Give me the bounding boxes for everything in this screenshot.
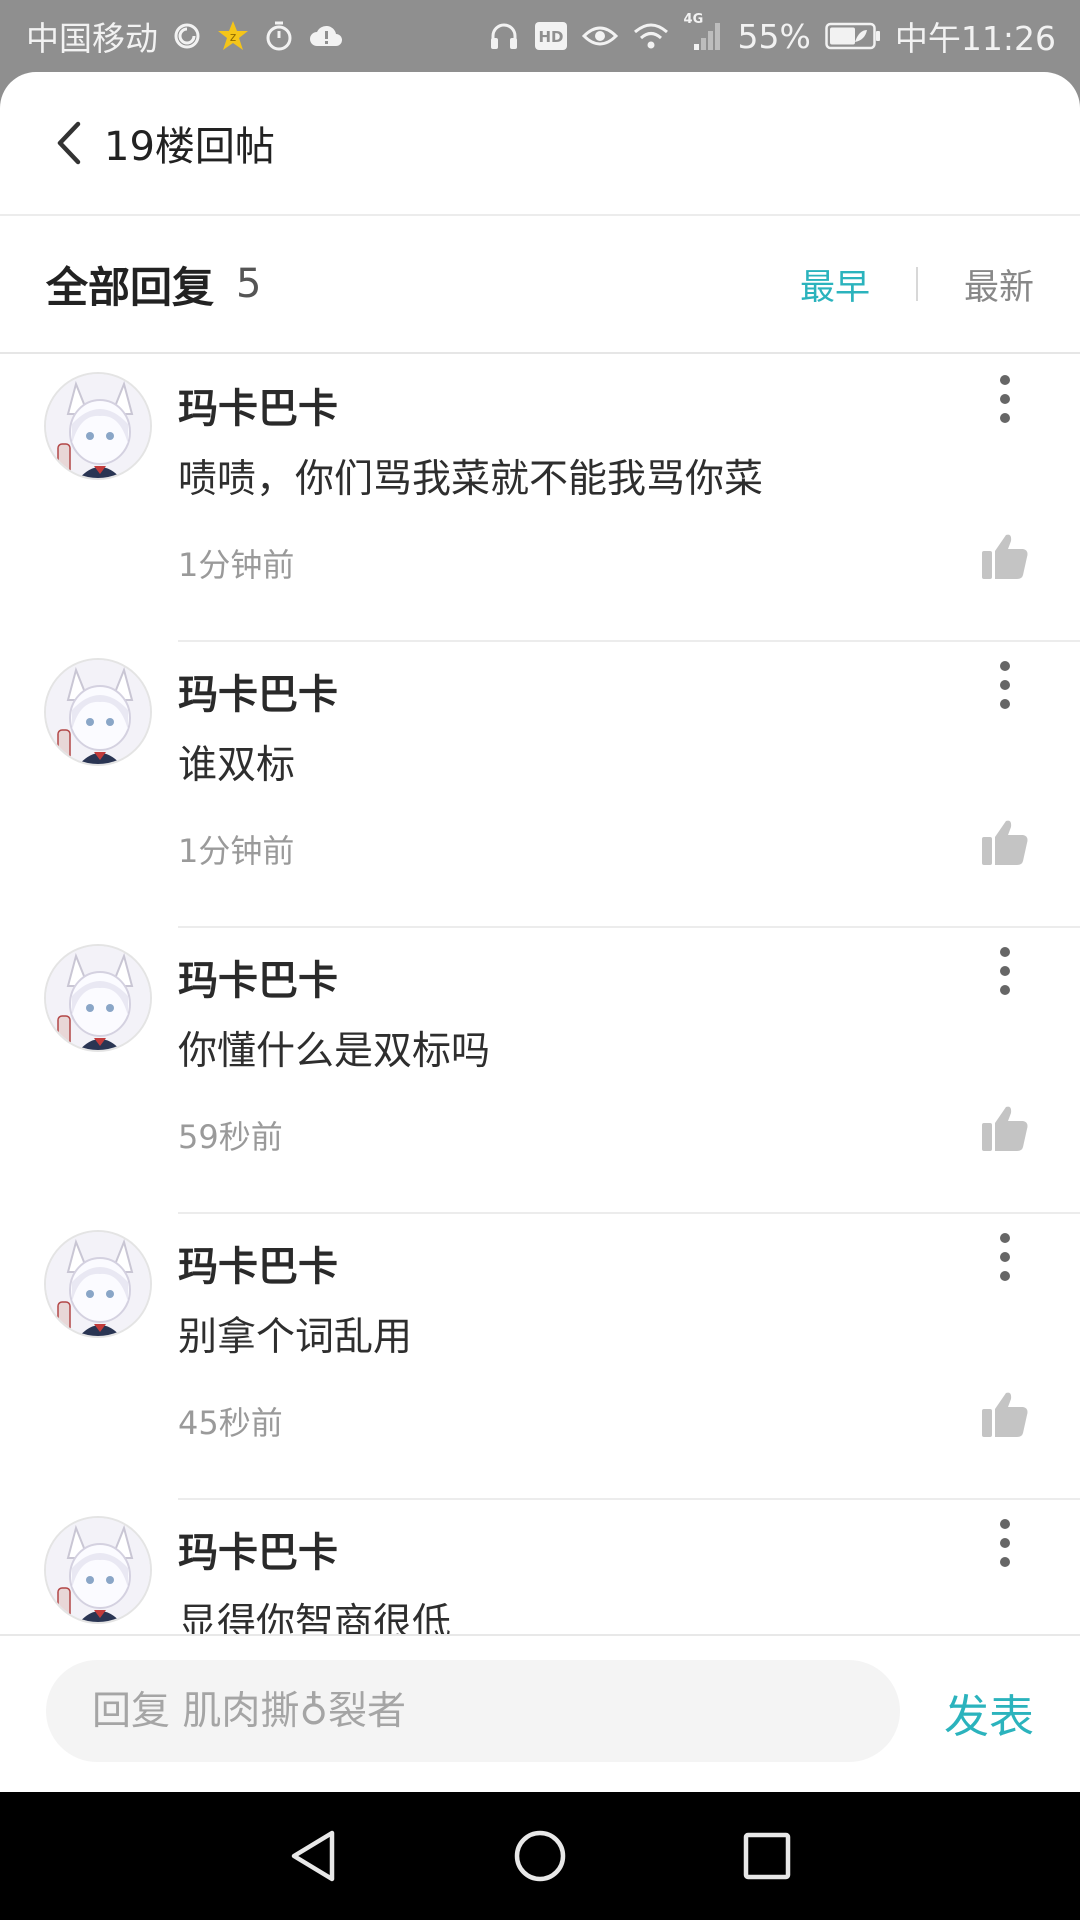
sort-earliest-tab[interactable]: 最早: [800, 259, 870, 310]
cloud-alert-icon: [308, 22, 344, 50]
nav-header: 19楼回帖: [0, 72, 1080, 216]
replies-header: 全部回复 5 最早 最新: [0, 216, 1080, 354]
back-nav-button[interactable]: [273, 1816, 353, 1896]
back-button[interactable]: 19楼回帖: [54, 114, 275, 172]
send-button[interactable]: 发表: [944, 1680, 1034, 1745]
replies-count: 5: [236, 261, 262, 307]
battery-icon: [825, 22, 881, 50]
timer-icon: [264, 20, 294, 52]
more-options-icon[interactable]: [990, 944, 1020, 998]
chevron-left-icon: [57, 121, 81, 165]
comment-time: 59秒前: [178, 1118, 283, 1156]
status-right: HD 4G 55% 中午11:26: [488, 12, 1056, 60]
thumbs-up-icon[interactable]: [980, 1389, 1030, 1439]
comment-author[interactable]: 玛卡巴卡: [178, 376, 338, 434]
status-bar: 中国移动 z HD 4G 55% 中午11:26: [0, 0, 1080, 72]
comment-time: 1分钟前: [178, 546, 295, 584]
square-recents-icon: [743, 1832, 790, 1880]
carrier-label: 中国移动: [26, 19, 158, 58]
signal-icon: 4G: [684, 12, 724, 52]
avatar[interactable]: [44, 1516, 152, 1624]
comment-time: 1分钟前: [178, 832, 295, 870]
recents-nav-button[interactable]: [727, 1816, 807, 1896]
comment-author[interactable]: 玛卡巴卡: [178, 948, 338, 1006]
comment-author[interactable]: 玛卡巴卡: [178, 662, 338, 720]
svg-text:z: z: [230, 30, 236, 44]
screen: 中国移动 z HD 4G 55% 中午11:26 19楼回帖 全部回复 5 最早…: [0, 0, 1080, 1920]
comment-text: 啧啧，你们骂我菜就不能我骂你菜: [178, 457, 764, 502]
more-options-icon[interactable]: [990, 658, 1020, 712]
comment-item: 玛卡巴卡 别拿个词乱用 45秒前: [0, 1214, 1080, 1500]
avatar[interactable]: [44, 944, 152, 1052]
circle-home-icon: [514, 1830, 566, 1882]
avatar[interactable]: [44, 1230, 152, 1338]
comment-list[interactable]: 玛卡巴卡 啧啧，你们骂我菜就不能我骂你菜 1分钟前 玛卡巴卡 谁双标 1分钟前 …: [0, 356, 1080, 1710]
replies-title: 全部回复: [46, 262, 215, 312]
thumbs-up-icon[interactable]: [980, 531, 1030, 581]
sort-divider: [915, 267, 918, 301]
eye-icon: [581, 23, 618, 49]
avatar[interactable]: [44, 372, 152, 480]
headphones-icon: [488, 20, 520, 52]
more-options-icon[interactable]: [990, 1230, 1020, 1284]
network-type-label: 4G: [683, 12, 704, 27]
comment-item: 玛卡巴卡 你懂什么是双标吗 59秒前: [0, 928, 1080, 1214]
thumbs-up-icon[interactable]: [980, 817, 1030, 867]
clock-time: 中午11:26: [894, 19, 1056, 58]
svg-text:HD: HD: [538, 28, 563, 46]
battery-percent: 55%: [737, 16, 811, 56]
comment-author[interactable]: 玛卡巴卡: [178, 1520, 338, 1578]
system-nav-bar: [0, 1792, 1080, 1920]
thumbs-up-icon[interactable]: [980, 1103, 1030, 1153]
triangle-back-icon: [292, 1830, 335, 1882]
comment-text: 谁双标: [178, 743, 296, 788]
home-nav-button[interactable]: [500, 1816, 580, 1896]
wifi-icon: [632, 21, 670, 51]
comment-item: 玛卡巴卡 啧啧，你们骂我菜就不能我骂你菜 1分钟前: [0, 356, 1080, 642]
comment-item: 玛卡巴卡 谁双标 1分钟前: [0, 642, 1080, 928]
star-badge-icon: z: [216, 19, 250, 53]
sort-latest-tab[interactable]: 最新: [964, 259, 1034, 310]
reply-sheet: 19楼回帖 全部回复 5 最早 最新 玛卡巴卡 啧啧，你们骂我菜就不能我骂你菜 …: [0, 72, 1080, 1792]
hd-icon: HD: [534, 21, 568, 51]
reply-input[interactable]: [46, 1660, 900, 1762]
more-options-icon[interactable]: [990, 1516, 1020, 1570]
status-left: 中国移动 z: [26, 12, 344, 60]
comment-text: 别拿个词乱用: [178, 1315, 413, 1360]
reply-input-bar: 发表: [0, 1634, 1080, 1792]
avatar[interactable]: [44, 658, 152, 766]
sort-toggle: 最早 最新: [800, 259, 1034, 310]
comment-text: 你懂什么是双标吗: [178, 1029, 491, 1074]
page-title: 19楼回帖: [104, 124, 275, 170]
more-options-icon[interactable]: [990, 372, 1020, 426]
sync-icon: [172, 21, 202, 51]
comment-time: 45秒前: [178, 1404, 283, 1442]
comment-author[interactable]: 玛卡巴卡: [178, 1234, 338, 1292]
